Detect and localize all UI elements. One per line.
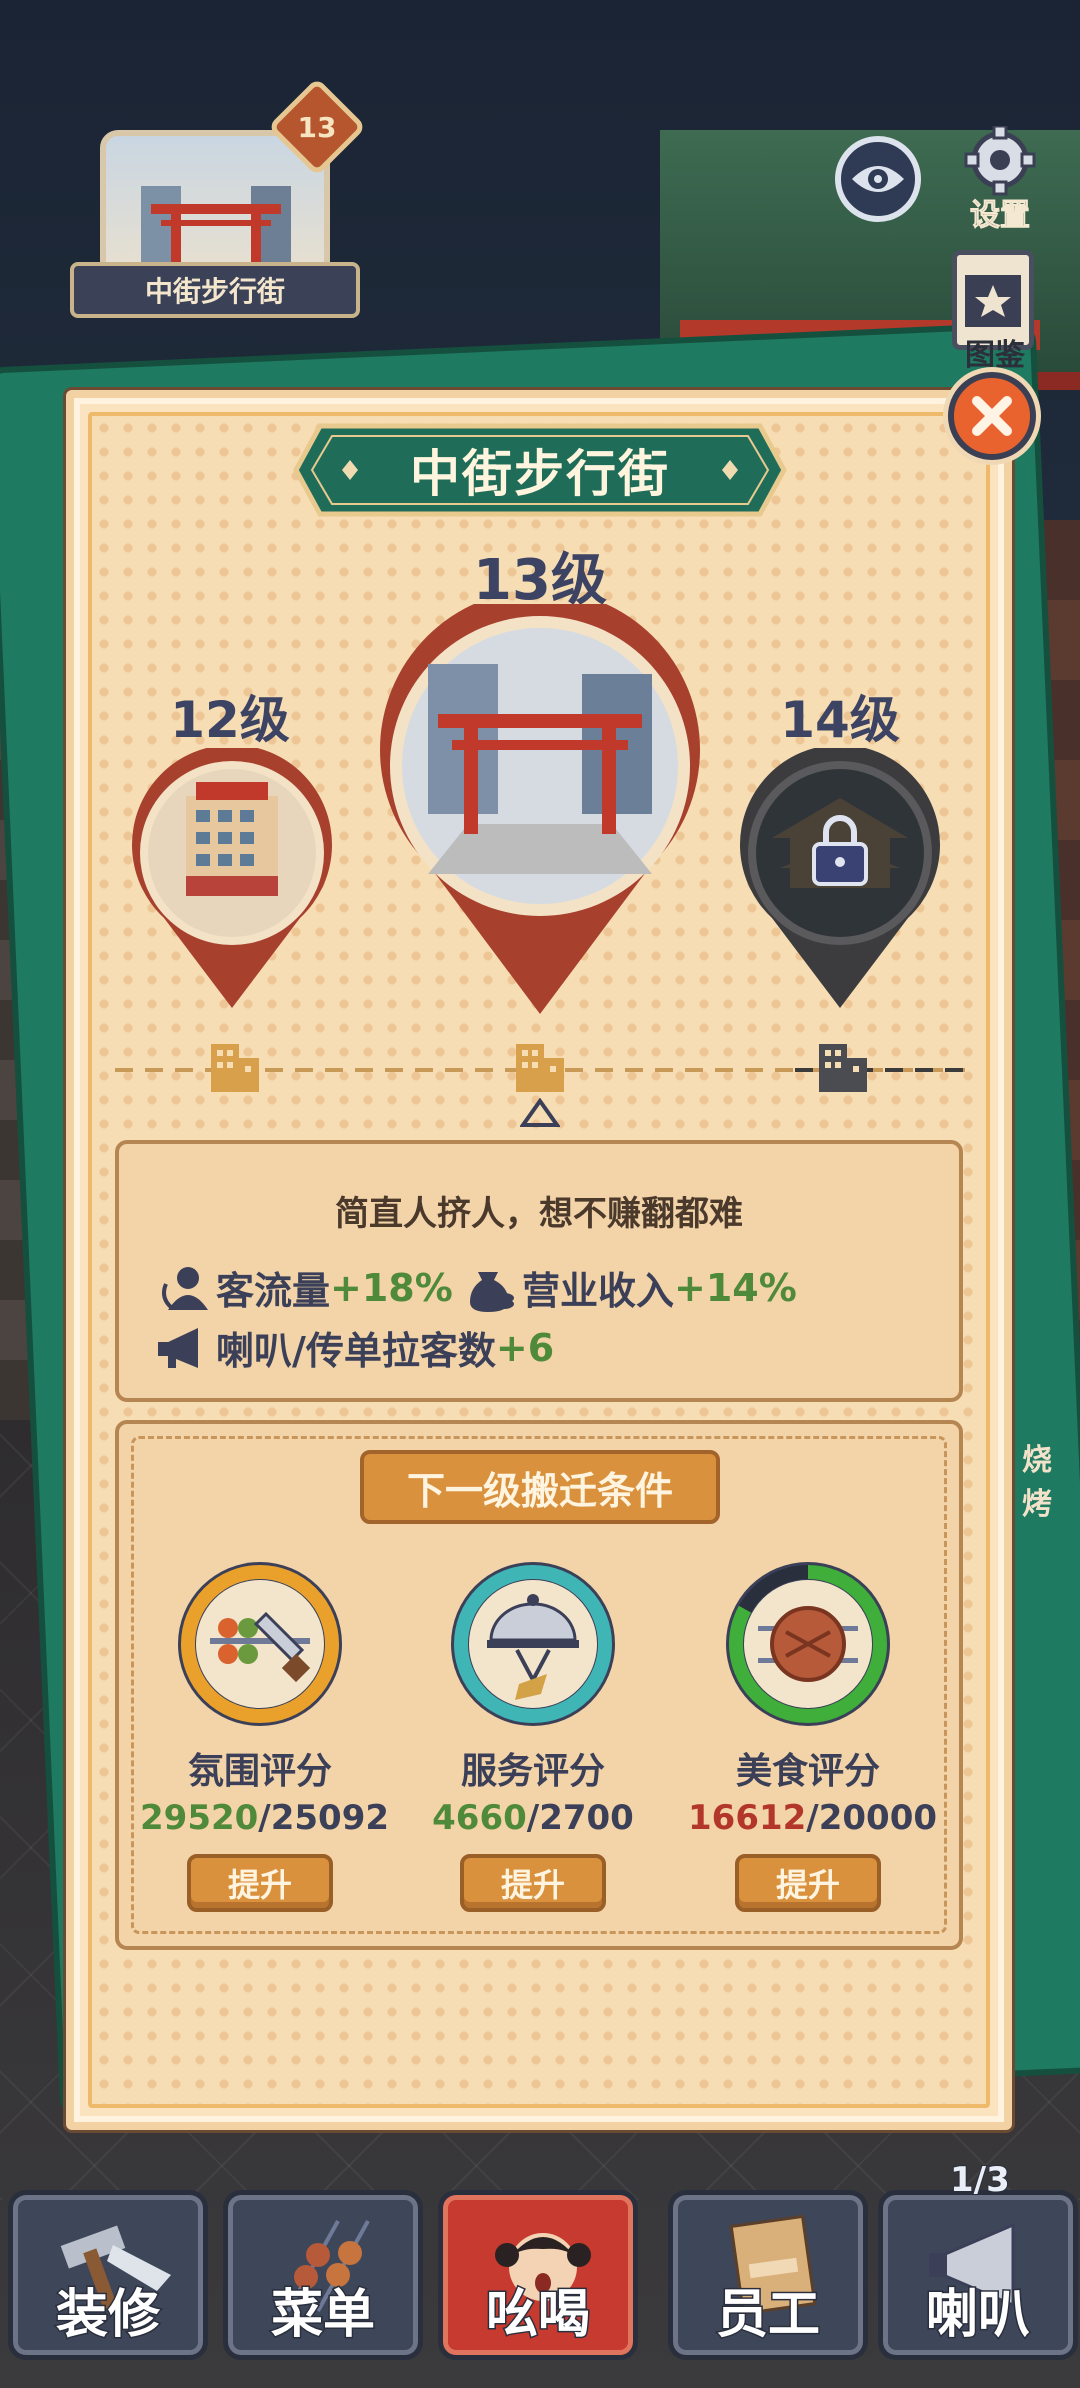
score-current: 4660 (432, 1798, 527, 1838)
nav-megaphone-button[interactable]: 喇叭 (878, 2190, 1078, 2360)
improve-food-button[interactable]: 提升 (735, 1854, 881, 1912)
current-level-pointer-icon (520, 1098, 560, 1127)
stat-megaphone-customers: 喇叭/传单拉客数 +6 (158, 1320, 554, 1375)
panel-title: 中街步行街 (410, 445, 670, 503)
stat-name: 客流量 (216, 1269, 331, 1313)
score-target: 2700 (539, 1798, 634, 1838)
eye-icon (852, 166, 904, 192)
money-bag-icon (470, 1271, 514, 1312)
improve-service-button[interactable]: 提升 (460, 1854, 606, 1912)
level-13-pin[interactable] (368, 604, 712, 1024)
nav-label: 吆喝 (484, 2284, 591, 2347)
location-badge[interactable]: 13 中街步行街 (70, 77, 367, 320)
stat-value: +6 (495, 1325, 555, 1370)
food-score-ring (726, 1562, 890, 1726)
nav-shout-button[interactable]: 吆喝 (438, 2190, 638, 2360)
album-label: 图鉴 (965, 338, 1025, 373)
score-target: 25092 (270, 1798, 390, 1838)
close-button[interactable] (948, 372, 1036, 460)
page-indicator: 1/3 (949, 2159, 1011, 2201)
atmosphere-score-value: 29520/25092 (140, 1798, 390, 1838)
panel-title-banner: 中街步行街 (290, 420, 790, 520)
improve-atmosphere-button[interactable]: 提升 (187, 1854, 333, 1912)
stat-customer-flow: 客流量 +18% (158, 1260, 453, 1315)
building-icon (186, 782, 278, 896)
nav-staff-button[interactable]: 员工 (668, 2190, 868, 2360)
level-14-label: 14级 (780, 691, 900, 749)
service-score-value: 4660/2700 (432, 1798, 634, 1838)
level-14-pin-locked[interactable] (732, 748, 948, 1018)
gear-icon (964, 124, 1036, 196)
nav-label: 员工 (714, 2284, 821, 2347)
stat-name: 喇叭/传单拉客数 (216, 1329, 496, 1373)
level-12-pin[interactable] (124, 748, 340, 1018)
building-marker-locked-icon (819, 1044, 867, 1092)
building-marker-icon (211, 1044, 259, 1092)
nav-menu-button[interactable]: 菜单 (223, 2190, 423, 2360)
settings-button[interactable]: 设置 (950, 124, 1050, 236)
service-score-ring (451, 1562, 615, 1726)
atmosphere-score-ring (178, 1562, 342, 1726)
view-toggle-button[interactable] (835, 136, 921, 222)
close-icon (972, 396, 1012, 436)
megaphone-icon (158, 1327, 198, 1368)
nav-label: 喇叭 (924, 2284, 1031, 2347)
side-shop-label: 烧烤 (1022, 1443, 1052, 1522)
level-12-label: 12级 (170, 691, 290, 749)
score-current: 16612 (688, 1798, 807, 1838)
nav-label: 菜单 (269, 2284, 376, 2347)
atmosphere-score-label: 氛围评分 (187, 1751, 332, 1792)
location-name: 中街步行街 (70, 262, 360, 318)
nav-label: 装修 (54, 2284, 161, 2347)
settings-label: 设置 (970, 198, 1031, 234)
level-count-text: 13 (297, 110, 337, 144)
level-description: 简直人挤人，想不赚翻都难 (335, 1194, 743, 1234)
customers-icon (162, 1266, 208, 1310)
nav-decorate-button[interactable]: 装修 (8, 2190, 208, 2360)
stat-name: 营业收入 (522, 1269, 675, 1313)
conditions-title: 下一级搬迁条件 (360, 1450, 720, 1524)
stat-revenue: 营业收入 +14% (464, 1260, 797, 1315)
building-marker-icon (516, 1044, 564, 1092)
score-target: 20000 (818, 1798, 938, 1838)
food-score-label: 美食评分 (735, 1751, 880, 1792)
score-current: 29520 (140, 1798, 259, 1838)
service-score-label: 服务评分 (460, 1751, 605, 1792)
stat-value: +18% (330, 1265, 453, 1310)
stat-value: +14% (674, 1265, 797, 1310)
food-score-value: 16612/20000 (688, 1798, 938, 1838)
